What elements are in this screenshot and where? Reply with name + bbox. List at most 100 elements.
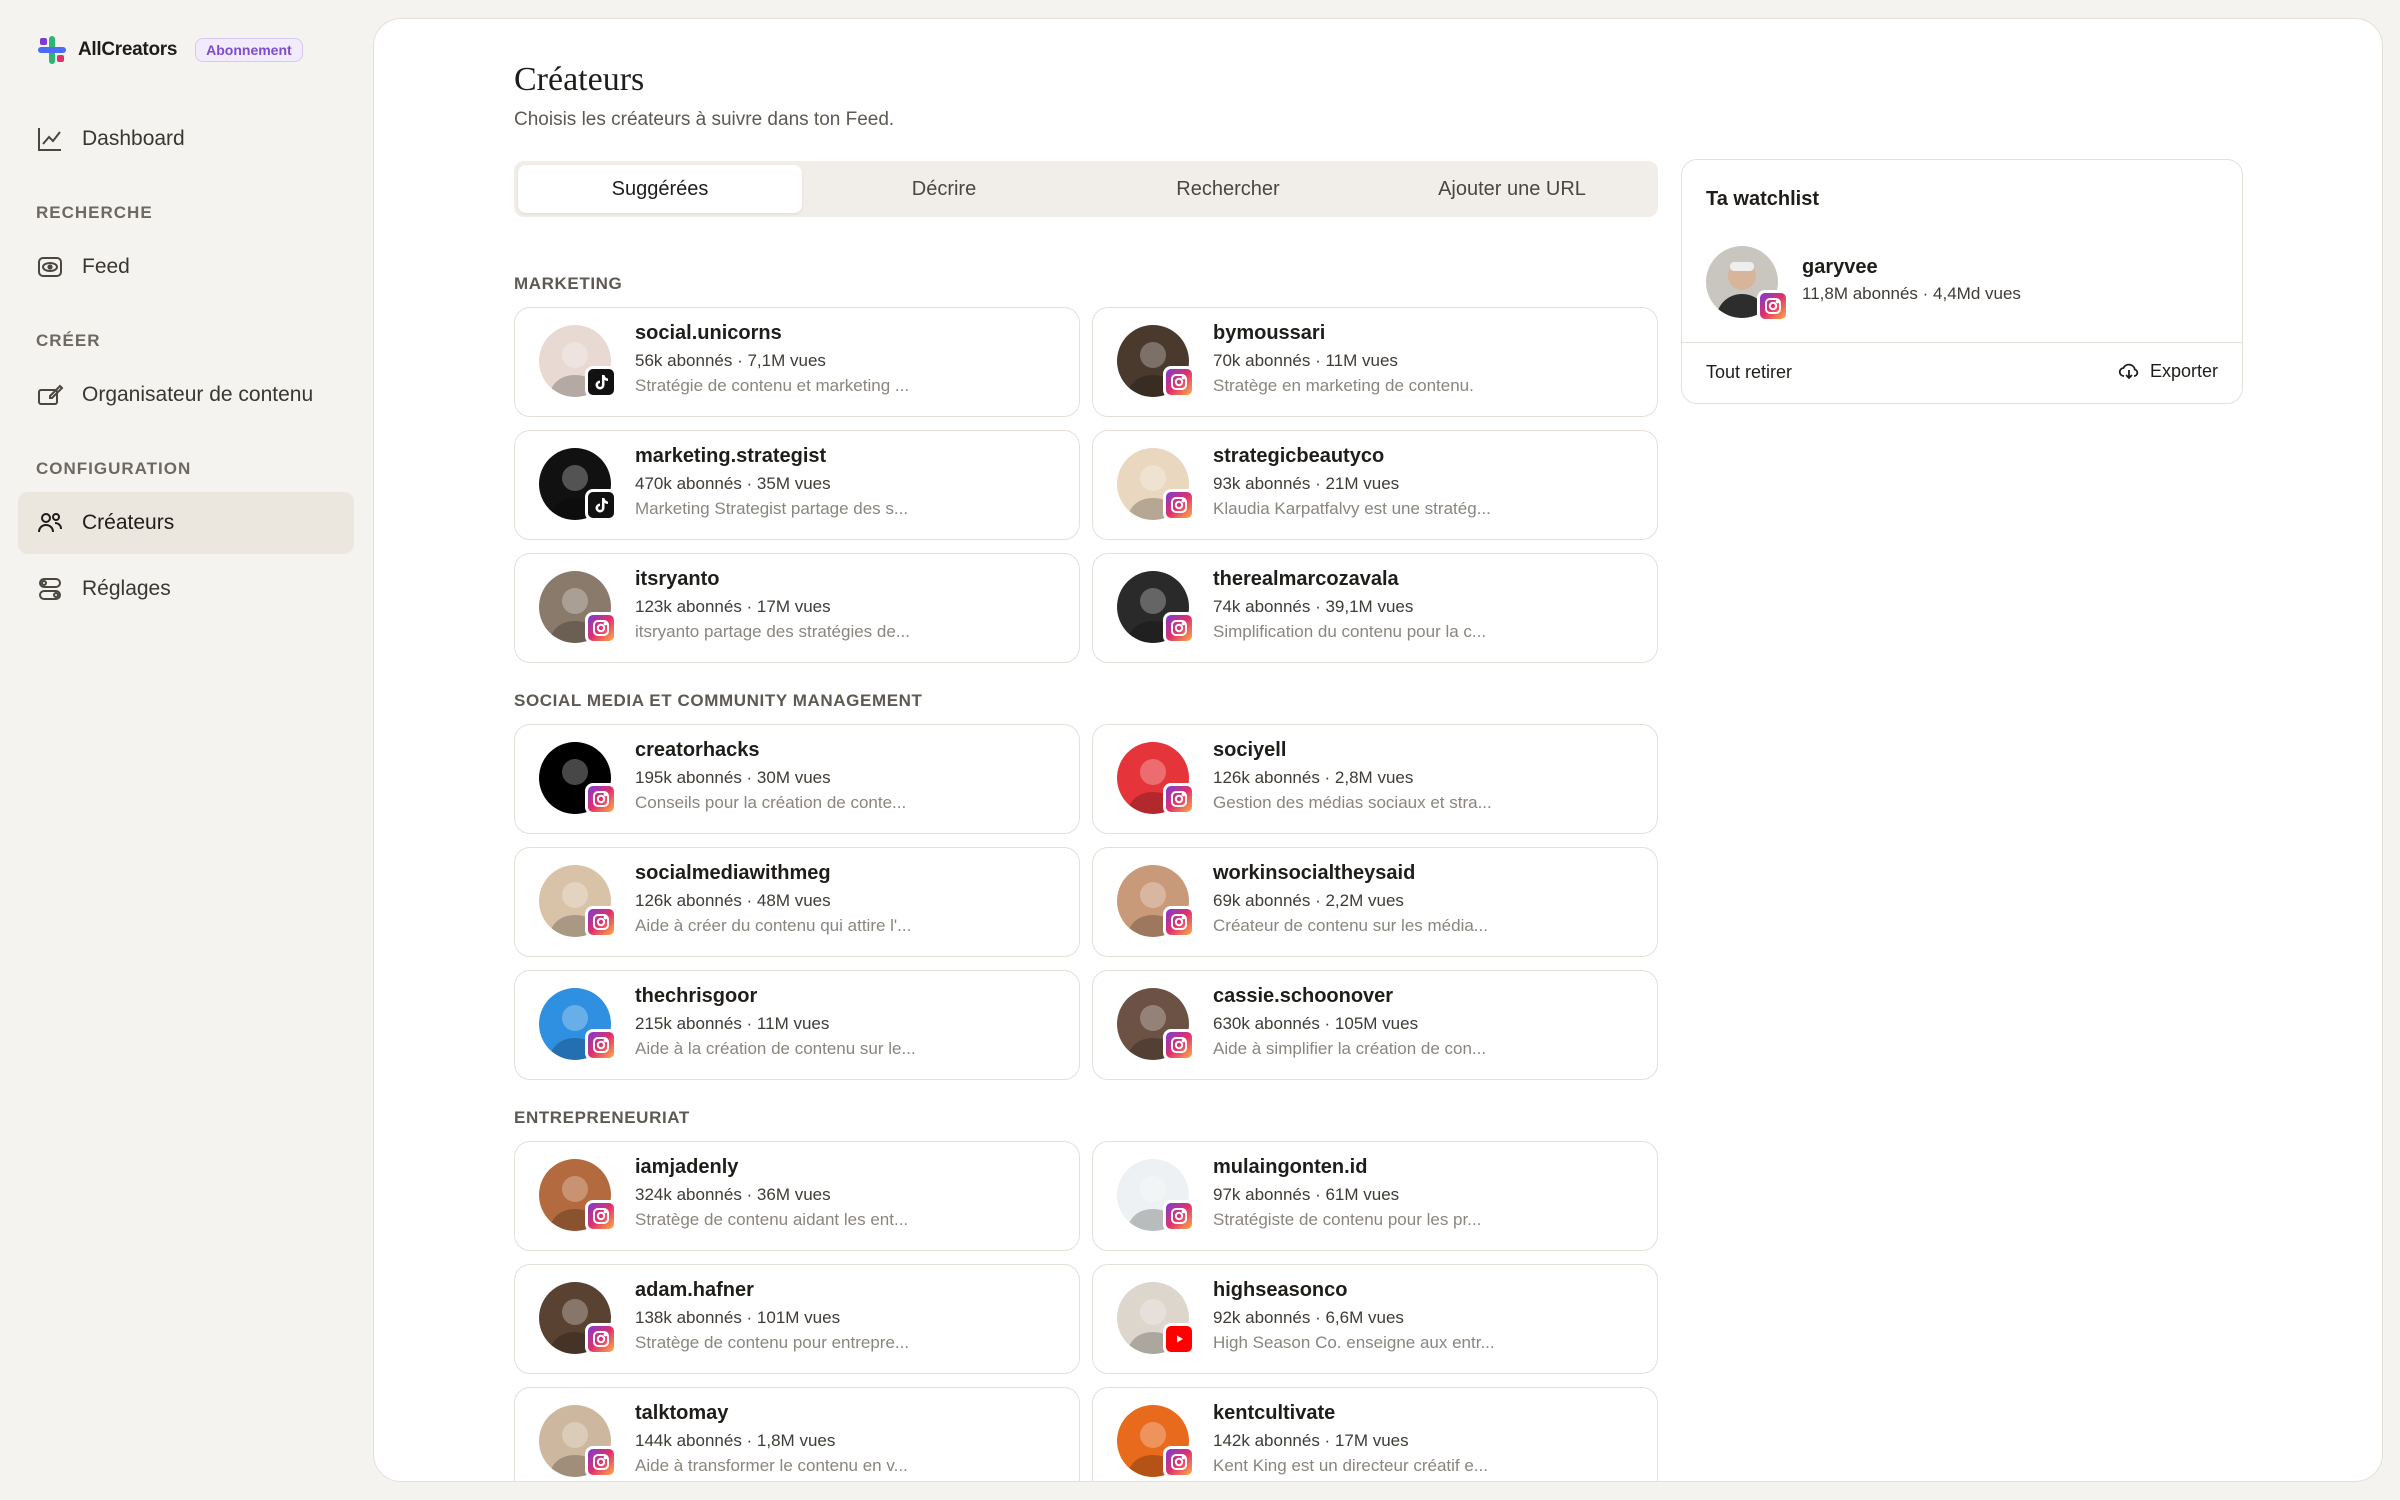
- creator-card[interactable]: therealmarcozavala 74k abonnés · 39,1M vu…: [1092, 553, 1658, 663]
- instagram-icon: [585, 1446, 617, 1478]
- creator-card[interactable]: kentcultivate 142k abonnés · 17M vues Kent…: [1092, 1387, 1658, 1481]
- creator-stats: 56k abonnés · 7,1M vues: [635, 351, 826, 370]
- tab-ajouter-url[interactable]: Ajouter une URL: [1370, 165, 1654, 213]
- creator-card[interactable]: marketing.strategist 470k abonnés · 35M v…: [514, 430, 1080, 540]
- creator-description: Marketing Strategist partage des s...: [635, 499, 909, 518]
- creator-card[interactable]: mulaingonten.id 97k abonnés · 61M vues Str…: [1092, 1141, 1658, 1251]
- creator-description: High Season Co. enseigne aux entr...: [1213, 1333, 1495, 1352]
- nav-feed[interactable]: Feed: [18, 236, 354, 298]
- creator-card[interactable]: iamjadenly 324k abonnés · 36M vues Stratèg…: [514, 1141, 1080, 1251]
- nav-createurs-label: Créateurs: [82, 511, 175, 534]
- creator-description: Créateur de contenu sur les média...: [1213, 916, 1488, 935]
- section-label: SOCIAL MEDIA ET COMMUNITY MANAGEMENT: [514, 691, 923, 710]
- creator-name: workinsocialtheysaid: [1213, 862, 1416, 884]
- export-button[interactable]: Exporter: [2118, 360, 2218, 382]
- instagram-icon: [1163, 489, 1195, 521]
- creator-name: adam.hafner: [635, 1279, 754, 1301]
- tab-decrire[interactable]: Décrire: [802, 165, 1086, 213]
- instagram-icon: [1163, 783, 1195, 815]
- creator-name: social.unicorns: [635, 322, 782, 344]
- creator-description: Aide à transformer le contenu en v...: [635, 1456, 908, 1475]
- creator-card[interactable]: workinsocialtheysaid 69k abonnés · 2,2M v…: [1092, 847, 1658, 957]
- creator-name: sociyell: [1213, 739, 1287, 761]
- nav-organisateur-label: Organisateur de contenu: [82, 383, 314, 406]
- nav-dashboard-label: Dashboard: [82, 127, 185, 150]
- nav-section-configuration: CONFIGURATION: [36, 459, 192, 478]
- instagram-icon: [585, 906, 617, 938]
- allcreators-logo-icon: [36, 34, 68, 66]
- creator-name: strategicbeautyco: [1213, 445, 1385, 467]
- instagram-icon: [1163, 1200, 1195, 1232]
- nav-section-creer: CRÉER: [36, 331, 101, 350]
- creator-description: Kent King est un directeur créatif e...: [1213, 1456, 1488, 1475]
- section-label: ENTREPRENEURIAT: [514, 1108, 690, 1127]
- creator-name: mulaingonten.id: [1213, 1156, 1368, 1178]
- creator-stats: 215k abonnés · 11M vues: [635, 1014, 830, 1033]
- creator-card[interactable]: strategicbeautyco 93k abonnés · 21M vues K…: [1092, 430, 1658, 540]
- creator-stats: 144k abonnés · 1,8M vues: [635, 1431, 836, 1450]
- nav-organisateur[interactable]: Organisateur de contenu: [18, 364, 354, 426]
- tab-rechercher[interactable]: Rechercher: [1086, 165, 1370, 213]
- brand-name: AllCreators: [78, 39, 178, 60]
- creator-stats: 324k abonnés · 36M vues: [635, 1185, 831, 1204]
- creator-stats: 123k abonnés · 17M vues: [635, 597, 831, 616]
- creator-name: thechrisgoor: [635, 985, 758, 1007]
- creator-description: Simplification du contenu pour la c...: [1213, 622, 1487, 641]
- creator-card[interactable]: cassie.schoonover 630k abonnés · 105M vue…: [1092, 970, 1658, 1080]
- creator-name: therealmarcozavala: [1213, 568, 1399, 590]
- creator-description: Stratège en marketing de contenu.: [1213, 376, 1474, 395]
- creator-card[interactable]: sociyell 126k abonnés · 2,8M vues Gestion …: [1092, 724, 1658, 834]
- creator-card[interactable]: talktomay 144k abonnés · 1,8M vues Aide à …: [514, 1387, 1080, 1481]
- instagram-icon: [1163, 612, 1195, 644]
- creator-description: Aide à simplifier la création de con...: [1213, 1039, 1487, 1058]
- creator-card[interactable]: bymoussari 70k abonnés · 11M vues Stratège…: [1092, 307, 1658, 417]
- page-title: Créateurs: [514, 61, 645, 98]
- nav-feed-label: Feed: [82, 255, 130, 278]
- creator-card[interactable]: highseasonco 92k abonnés · 6,6M vues High …: [1092, 1264, 1658, 1374]
- tab-suggerees[interactable]: Suggérées: [518, 165, 802, 213]
- watchlist-item-stats: 11,8M abonnés · 4,4Md vues: [1802, 284, 2021, 303]
- creator-stats: 195k abonnés · 30M vues: [635, 768, 831, 787]
- creator-stats: 142k abonnés · 17M vues: [1213, 1431, 1409, 1450]
- creator-stats: 630k abonnés · 105M vues: [1213, 1014, 1419, 1033]
- instagram-icon: [585, 783, 617, 815]
- creator-name: cassie.schoonover: [1213, 985, 1394, 1007]
- creator-card[interactable]: thechrisgoor 215k abonnés · 11M vues Aide …: [514, 970, 1080, 1080]
- settings-toggle-icon: [39, 578, 61, 600]
- creator-description: Klaudia Karpatfalvy est une stratég...: [1213, 499, 1491, 518]
- subscription-badge[interactable]: Abonnement: [195, 38, 303, 62]
- creator-card[interactable]: itsryanto 123k abonnés · 17M vues itsryant…: [514, 553, 1080, 663]
- instagram-icon: [585, 612, 617, 644]
- creator-description: Stratège de contenu aidant les ent...: [635, 1210, 909, 1229]
- main-panel: Créateurs Choisis les créateurs à suivre…: [373, 18, 2383, 1482]
- nav-reglages[interactable]: Réglages: [18, 558, 354, 620]
- creator-name: kentcultivate: [1213, 1402, 1336, 1424]
- creator-name: highseasonco: [1213, 1279, 1348, 1301]
- creator-name: creatorhacks: [635, 739, 760, 761]
- nav-section-recherche: RECHERCHE: [36, 203, 153, 222]
- instagram-icon: [1757, 290, 1789, 322]
- brand[interactable]: AllCreators Abonnement: [36, 34, 303, 66]
- creator-stats: 97k abonnés · 61M vues: [1213, 1185, 1400, 1204]
- creator-description: Stratège de contenu pour entrepre...: [635, 1333, 910, 1352]
- source-tabs: Suggérées Décrire Rechercher Ajouter une…: [514, 161, 1658, 217]
- watchlist-item-name[interactable]: garyvee: [1802, 256, 1878, 279]
- nav-dashboard[interactable]: Dashboard: [18, 108, 354, 170]
- creator-stats: 92k abonnés · 6,6M vues: [1213, 1308, 1404, 1327]
- tiktok-icon: [585, 366, 617, 398]
- clear-all-button[interactable]: Tout retirer: [1706, 362, 1792, 383]
- creator-card[interactable]: adam.hafner 138k abonnés · 101M vues Strat…: [514, 1264, 1080, 1374]
- creator-card[interactable]: creatorhacks 195k abonnés · 30M vues Conse…: [514, 724, 1080, 834]
- eye-icon: [38, 257, 62, 277]
- nav-createurs[interactable]: Créateurs: [18, 492, 354, 554]
- users-icon: [38, 513, 62, 533]
- instagram-icon: [1163, 366, 1195, 398]
- instagram-icon: [1163, 1446, 1195, 1478]
- instagram-icon: [585, 1029, 617, 1061]
- youtube-icon: [1163, 1323, 1195, 1355]
- page-subtitle: Choisis les créateurs à suivre dans ton …: [514, 109, 895, 130]
- instagram-icon: [585, 1323, 617, 1355]
- creator-card[interactable]: socialmediawithmeg 126k abonnés · 48M vue…: [514, 847, 1080, 957]
- creator-description: Stratégie de contenu et marketing ...: [635, 376, 910, 395]
- creator-card[interactable]: social.unicorns 56k abonnés · 7,1M vues St…: [514, 307, 1080, 417]
